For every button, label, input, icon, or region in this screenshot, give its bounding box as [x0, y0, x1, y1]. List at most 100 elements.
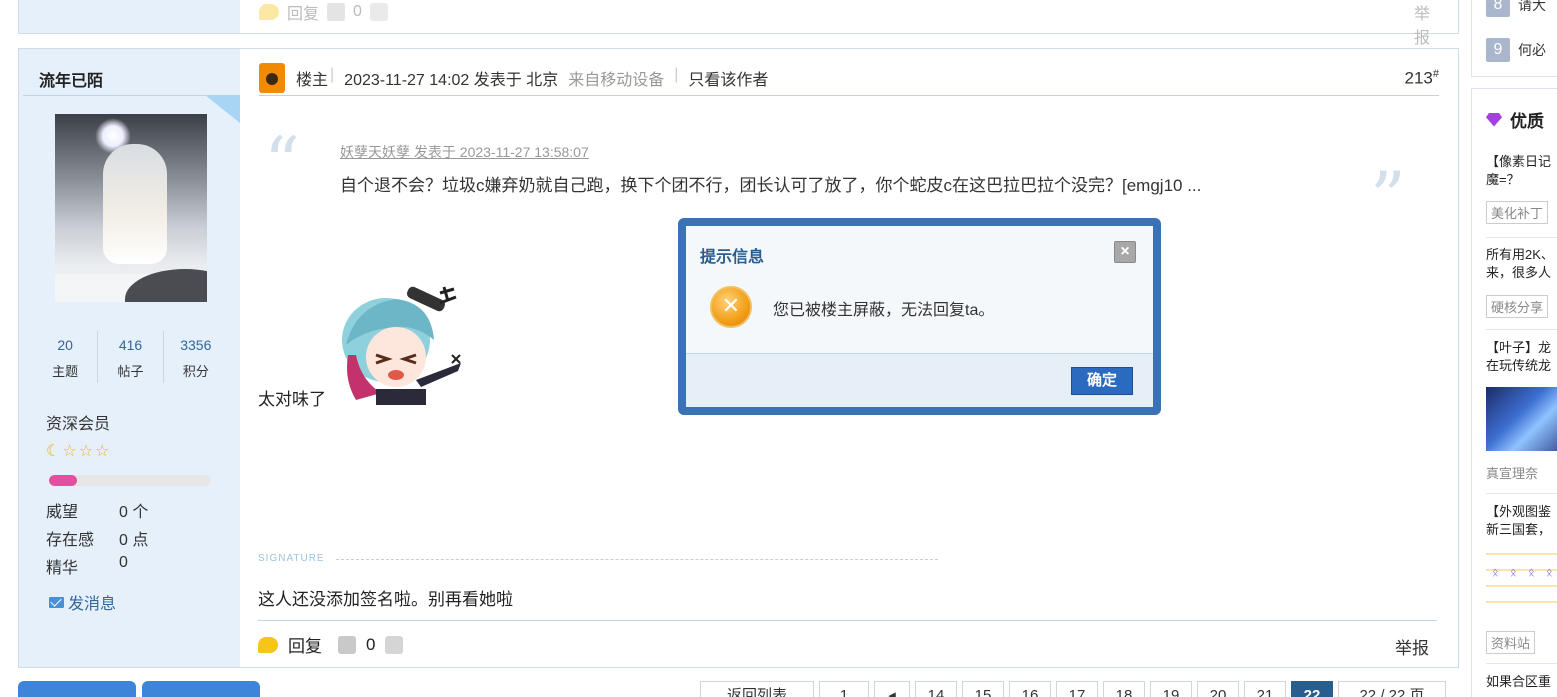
star-icon: ☆	[95, 443, 110, 460]
quote-body: 自个退不会？垃圾c嫌弃奶就自己跑，换下个团不行，团长认可了放了，你个蛇皮c在这巴…	[340, 176, 1202, 195]
quote-close-icon: ”	[1370, 157, 1406, 239]
post-title-line[interactable]: 所有用2K、	[1486, 246, 1554, 264]
thumbs-up-icon[interactable]	[338, 635, 356, 654]
post-thumbnail[interactable]	[1486, 387, 1557, 451]
hot-list-item[interactable]: 9 何必	[1486, 38, 1546, 62]
hot-list-title[interactable]: 何必	[1518, 40, 1546, 60]
like-count: 0	[353, 3, 362, 20]
quote-open-icon: “	[264, 122, 300, 204]
stat-label: 积分	[182, 364, 209, 379]
post-tag[interactable]: 硬核分享	[1486, 295, 1549, 318]
reply-icon[interactable]	[259, 4, 279, 20]
reply-button[interactable]: 回复	[287, 0, 319, 24]
send-message-link[interactable]: 发消息	[49, 590, 116, 614]
attr-key: 精华	[46, 560, 79, 577]
page-link[interactable]: 20	[1197, 681, 1239, 697]
post-meta: 楼主 | 2023-11-27 14:02 发表于 北京 来自移动设备 | 只看…	[296, 66, 768, 90]
stat-label: 主题	[52, 364, 79, 379]
stat-topics[interactable]: 20 主题	[33, 331, 99, 383]
avatar[interactable]	[55, 114, 207, 302]
quality-post-title[interactable]: 【叶子】龙 在玩传统龙	[1486, 339, 1551, 375]
divider	[1486, 237, 1557, 238]
signature-label: SIGNATURE	[258, 553, 325, 564]
page-link[interactable]: 14	[915, 681, 957, 697]
page-total: / 22 页	[1380, 687, 1425, 697]
reply-button[interactable]: 回复	[288, 632, 322, 657]
post-header: 楼主 | 2023-11-27 14:02 发表于 北京 来自移动设备 | 只看…	[259, 63, 1439, 96]
post-title-line[interactable]: 魔=？	[1486, 171, 1551, 189]
attr-value: 0	[119, 554, 128, 571]
stat-label: 帖子	[117, 364, 144, 379]
page-input[interactable]: 22	[1359, 687, 1376, 697]
prev-page-icon[interactable]: ◂	[874, 681, 910, 697]
page-link[interactable]: 1	[819, 681, 869, 697]
back-to-list-button[interactable]: 返回列表	[700, 681, 814, 697]
quote-meta-link[interactable]: 妖孽天妖孽 发表于 2023-11-27 13:58:07	[340, 142, 589, 162]
quality-post-title[interactable]: 【像素日记 魔=？	[1486, 153, 1551, 189]
hot-list-item[interactable]: 8 请大	[1486, 0, 1546, 17]
post-tag[interactable]: 真宣理奈	[1486, 465, 1538, 483]
signature-divider	[336, 559, 938, 560]
pagination: 返回列表 1 ◂ 14 15 16 17 18 19 20 21 22 22 /…	[700, 681, 1446, 697]
page-link[interactable]: 15	[962, 681, 1004, 697]
star-icon: ☆	[78, 443, 94, 460]
mobile-badge	[205, 95, 240, 123]
floor-mark: #	[1432, 68, 1439, 80]
report-link[interactable]: 举报	[1414, 0, 1432, 48]
reply-icon[interactable]	[258, 636, 278, 653]
author-name[interactable]: 流年已陌	[39, 67, 103, 91]
quality-post-title[interactable]: 所有用2K、 来，很多人	[1486, 246, 1554, 282]
hot-list-title[interactable]: 请大	[1518, 0, 1546, 15]
quality-post-title[interactable]: 如果合区重	[1486, 673, 1551, 691]
divider	[1486, 493, 1557, 494]
page-jump[interactable]: 22 / 22 页	[1338, 681, 1446, 697]
previous-post-sidebar	[19, 0, 240, 33]
post-title-line[interactable]: 新三国套，	[1486, 521, 1551, 539]
post-title-line[interactable]: 【叶子】龙	[1486, 339, 1551, 357]
floor-value: 213	[1404, 68, 1433, 88]
previous-post: 回复 0 举报	[18, 0, 1459, 47]
quality-posts-panel: 优质 【像素日记 魔=？ 美化补丁 所有用2K、 来，很多人 硬核分享 【叶子】…	[1471, 88, 1557, 697]
page-link[interactable]: 19	[1150, 681, 1192, 697]
close-icon[interactable]: ×	[1114, 241, 1136, 263]
attr-key: 威望	[46, 504, 79, 521]
page-link[interactable]: 17	[1056, 681, 1098, 697]
new-post-button[interactable]	[18, 681, 136, 697]
post-thumbnail[interactable]: ᛟᛟᛟᛟ	[1486, 549, 1557, 617]
thumbs-down-icon[interactable]	[369, 3, 388, 21]
post-title-line[interactable]: 【像素日记	[1486, 153, 1551, 171]
stat-posts[interactable]: 416 帖子	[98, 331, 164, 383]
floor-number[interactable]: 213#	[1405, 68, 1440, 89]
mail-icon	[49, 596, 64, 608]
post-tag[interactable]: 资料站	[1486, 631, 1536, 654]
rank-number: 8	[1486, 0, 1510, 17]
page-link[interactable]: 18	[1103, 681, 1145, 697]
stat-value: 3356	[180, 337, 212, 353]
stat-points[interactable]: 3356 积分	[164, 331, 228, 383]
stat-value: 416	[118, 337, 143, 353]
post-title-line[interactable]: 来，很多人	[1486, 264, 1554, 282]
post-tag[interactable]: 美化补丁	[1486, 201, 1549, 224]
attr-value: 0 个	[119, 504, 149, 521]
stat-value: 20	[57, 337, 73, 353]
report-link[interactable]: 举报	[1395, 634, 1429, 659]
post-title-line[interactable]: 在玩传统龙	[1486, 357, 1551, 375]
thumbs-up-icon[interactable]	[327, 3, 346, 21]
post-actions: 回复 0	[258, 632, 404, 657]
reply-thread-button[interactable]	[142, 681, 260, 697]
like-count: 0	[366, 634, 376, 654]
confirm-button[interactable]: 确定	[1071, 367, 1133, 395]
post-title-line[interactable]: 【外观图鉴	[1486, 503, 1551, 521]
thumbs-down-icon[interactable]	[385, 635, 404, 654]
page-link[interactable]: 21	[1244, 681, 1286, 697]
reply-content: 太对味了	[258, 390, 326, 409]
quality-posts-title: 优质	[1486, 107, 1544, 132]
quality-post-title[interactable]: 【外观图鉴 新三国套，	[1486, 503, 1551, 539]
only-author-link[interactable]: 只看该作者	[688, 66, 768, 90]
post-footer-divider	[258, 620, 1437, 621]
page-link[interactable]: 16	[1009, 681, 1051, 697]
rank-number: 9	[1486, 38, 1510, 62]
divider	[1486, 663, 1557, 664]
device-label[interactable]: 来自移动设备	[568, 66, 664, 90]
alert-dialog: 提示信息 × ✕ 您已被楼主屏蔽，无法回复ta。 确定	[678, 218, 1161, 415]
